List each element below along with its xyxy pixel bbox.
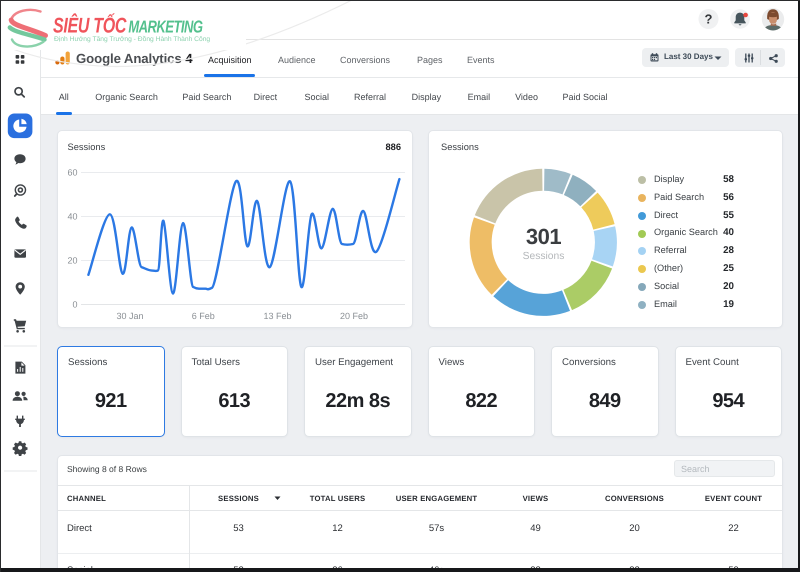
svg-text:20 Feb: 20 Feb bbox=[340, 311, 368, 321]
svg-text:40: 40 bbox=[67, 212, 77, 222]
svg-text:30 Jan: 30 Jan bbox=[116, 311, 143, 321]
svg-text:13 Feb: 13 Feb bbox=[263, 311, 291, 321]
svg-text:?: ? bbox=[705, 12, 713, 27]
svg-text:0: 0 bbox=[72, 300, 77, 310]
svg-text:60: 60 bbox=[67, 168, 77, 178]
svg-text:20: 20 bbox=[67, 256, 77, 266]
svg-text:6 Feb: 6 Feb bbox=[192, 311, 215, 321]
